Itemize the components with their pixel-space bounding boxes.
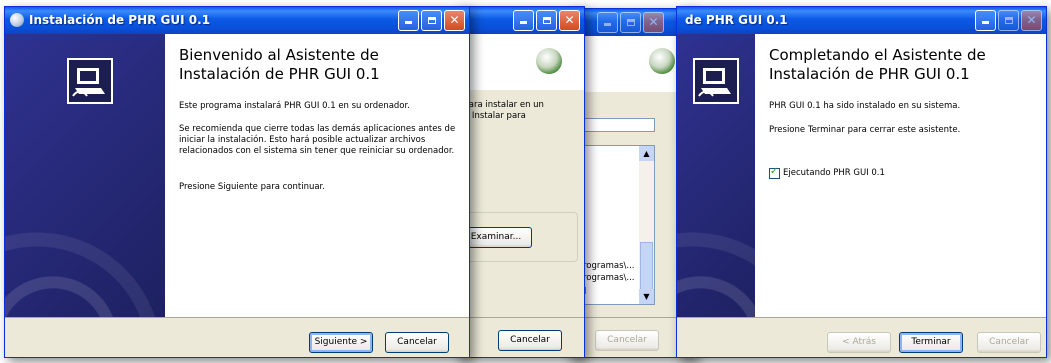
minimize-icon	[520, 21, 527, 24]
maximize-button[interactable]	[620, 12, 641, 33]
finish-button[interactable]: Terminar	[899, 332, 963, 353]
intro-text: Este programa instalará PHR GUI 0.1 en s…	[179, 101, 410, 111]
maximize-button[interactable]	[536, 10, 557, 31]
maximize-icon	[626, 19, 635, 26]
checkmark-icon: ✓	[770, 166, 779, 177]
page-title: Completando el Asistente de Instalación …	[769, 46, 986, 83]
wizard-sidebar-image	[677, 34, 755, 357]
directory-button-bar: Cancelar	[456, 317, 584, 357]
app-icon	[10, 13, 24, 27]
back-button[interactable]: < Atrás	[827, 332, 891, 353]
directory-header	[456, 34, 584, 90]
vertical-scrollbar[interactable]: ▲ ▼	[639, 146, 654, 304]
run-app-checkbox[interactable]: ✓	[769, 166, 780, 179]
maximize-icon	[542, 17, 551, 24]
next-button[interactable]: Siguiente >	[309, 332, 373, 353]
log-line: Programas\...	[578, 273, 635, 283]
scroll-thumb[interactable]	[640, 242, 653, 290]
installer-disk-icon	[536, 48, 562, 74]
maximize-button[interactable]	[421, 10, 442, 31]
cancel-button[interactable]: Cancelar	[977, 332, 1041, 353]
installed-text: PHR GUI 0.1 ha sido instalado en su sist…	[769, 101, 961, 111]
finish-instructions: Presione Terminar para cerrar este asist…	[769, 125, 961, 135]
welcome-content: Bienvenido al Asistente de Instalación d…	[165, 34, 469, 317]
cancel-button[interactable]: Cancelar	[385, 332, 449, 353]
finish-window: de PHR GUI 0.1 ✕ Completando el Asistent…	[676, 6, 1047, 358]
finish-content: Completando el Asistente de Instalación …	[755, 34, 1046, 317]
cancel-button[interactable]: Cancelar	[498, 330, 562, 351]
close-button[interactable]: ✕	[643, 12, 664, 33]
close-icon: ✕	[1026, 13, 1037, 27]
close-icon: ✕	[648, 15, 659, 29]
minimize-icon	[604, 23, 611, 26]
recommendation-text: Se recomienda que cierre todas las demás…	[179, 124, 456, 156]
cancel-button[interactable]: Cancelar	[595, 330, 659, 351]
maximize-button[interactable]	[998, 10, 1019, 31]
chevron-down-icon: ▼	[643, 292, 650, 301]
finish-button-bar: < Atrás Terminar Cancelar	[677, 317, 1046, 357]
window-title: Instalación de PHR GUI 0.1	[29, 13, 211, 27]
scroll-down-button[interactable]: ▼	[639, 289, 654, 304]
maximize-icon	[1004, 17, 1013, 24]
directory-titlebar[interactable]: ✕	[456, 7, 584, 34]
continue-text: Presione Siguiente para continuar.	[179, 182, 325, 192]
minimize-icon	[982, 21, 989, 24]
minimize-icon	[405, 21, 412, 24]
welcome-button-bar: Siguiente > Cancelar	[5, 317, 469, 357]
run-app-label: Ejecutando PHR GUI 0.1	[783, 168, 885, 178]
window-title: de PHR GUI 0.1	[685, 13, 788, 27]
directory-window: ✕ Para instalar en un e Instalar para Ex…	[455, 6, 585, 358]
scroll-up-button[interactable]: ▲	[639, 146, 654, 161]
welcome-window: Instalación de PHR GUI 0.1 ✕ Bienvenido …	[4, 6, 470, 358]
log-listbox[interactable]: Programas\... Programas\... /q ▲ ▼	[575, 145, 655, 305]
wizard-sidebar-image	[5, 34, 165, 357]
close-icon: ✕	[564, 13, 575, 27]
minimize-button[interactable]	[597, 12, 618, 33]
close-button[interactable]: ✕	[1021, 10, 1042, 31]
minimize-button[interactable]	[513, 10, 534, 31]
welcome-titlebar[interactable]: Instalación de PHR GUI 0.1 ✕	[5, 7, 469, 34]
close-button[interactable]: ✕	[559, 10, 580, 31]
finish-titlebar[interactable]: de PHR GUI 0.1 ✕	[677, 7, 1046, 34]
close-icon: ✕	[449, 13, 460, 27]
chevron-up-icon: ▲	[643, 149, 650, 158]
log-line: Programas\...	[578, 261, 635, 271]
progress-bar	[575, 118, 655, 132]
maximize-icon	[427, 17, 436, 24]
browse-button[interactable]: Examinar...	[460, 227, 532, 248]
installer-disk-icon	[649, 48, 675, 74]
installer-computer-icon	[693, 58, 739, 104]
close-button[interactable]: ✕	[444, 10, 465, 31]
run-app-checkbox-row[interactable]: ✓ Ejecutando PHR GUI 0.1	[769, 166, 885, 179]
minimize-button[interactable]	[975, 10, 996, 31]
minimize-button[interactable]	[398, 10, 419, 31]
page-title: Bienvenido al Asistente de Instalación d…	[179, 46, 380, 83]
installer-computer-icon	[67, 58, 113, 104]
directory-instructions: Para instalar en un e Instalar para	[464, 100, 544, 121]
